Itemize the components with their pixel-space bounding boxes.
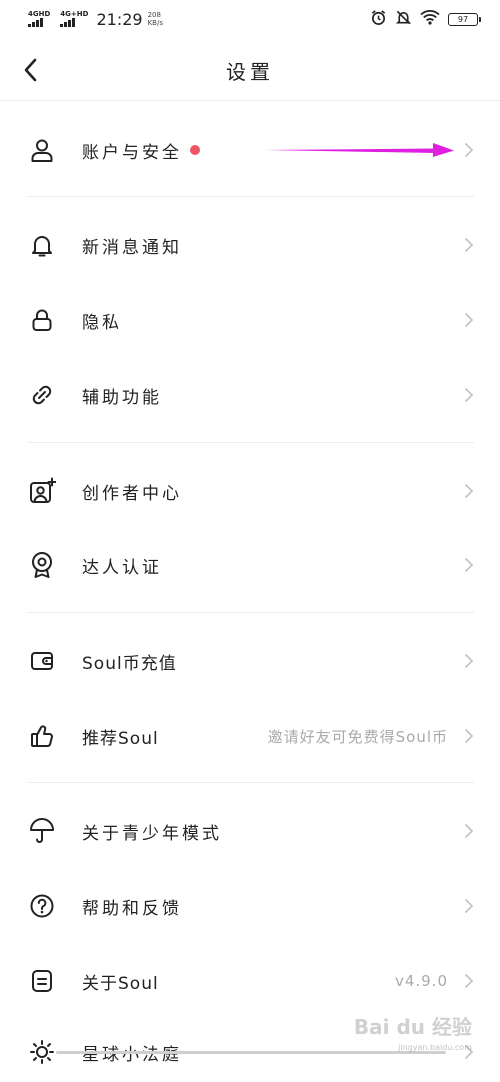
status-time: 21:29 <box>96 9 143 29</box>
menu-item-label: 创作者中心 <box>82 483 182 504</box>
menu-item-account-security[interactable]: 账户与安全 <box>0 120 500 180</box>
help-icon <box>28 892 56 920</box>
menu-item-label: 新消息通知 <box>82 237 182 258</box>
signal-sim1: 4GHD <box>28 11 50 27</box>
menu-item-help-feedback[interactable]: 帮助和反馈 <box>0 876 500 936</box>
notification-dot <box>190 145 200 155</box>
header: 设置 <box>0 40 500 101</box>
menu-item-soul-coin-recharge[interactable]: Soul币充值 <box>0 631 500 691</box>
badge-icon <box>28 551 56 579</box>
back-arrow-icon <box>24 58 37 82</box>
menu-item-notifications[interactable]: 新消息通知 <box>0 215 500 275</box>
signal-bars-icon <box>60 18 76 27</box>
speed-value: 208 <box>147 11 161 19</box>
section-divider <box>28 196 474 197</box>
app-version: v4.9.0 <box>394 972 448 990</box>
chevron-right-icon <box>462 651 476 671</box>
bell-icon <box>28 231 56 259</box>
speed-unit: KB/s <box>147 19 163 27</box>
wifi-icon <box>420 9 440 29</box>
section-divider <box>28 612 474 613</box>
sun-icon <box>28 1038 56 1066</box>
menu-item-about-soul[interactable]: 关于Soul v4.9.0 <box>0 951 500 1011</box>
battery-level: 97 <box>457 14 469 24</box>
thumbs-up-icon <box>28 722 56 750</box>
person-icon <box>28 136 56 164</box>
document-icon <box>28 967 56 995</box>
chevron-right-icon <box>462 971 476 991</box>
menu-item-youth-mode[interactable]: 关于青少年模式 <box>0 801 500 861</box>
chevron-right-icon <box>462 481 476 501</box>
menu-item-verification[interactable]: 达人认证 <box>0 535 500 595</box>
menu-item-creator-center[interactable]: 创作者中心 <box>0 461 500 521</box>
menu-item-accessibility[interactable]: 辅助功能 <box>0 365 500 425</box>
menu-item-privacy[interactable]: 隐私 <box>0 290 500 350</box>
bell-muted-icon <box>395 9 412 30</box>
wallet-icon <box>28 647 56 675</box>
menu-item-label: Soul币充值 <box>82 653 177 674</box>
umbrella-icon <box>28 817 56 845</box>
status-icons: 97 <box>370 9 481 30</box>
menu-item-label: 达人认证 <box>82 557 162 578</box>
menu-item-label: 隐私 <box>82 312 122 333</box>
menu-item-label: 推荐Soul <box>82 728 159 749</box>
section-divider <box>28 442 474 443</box>
menu-item-label: 关于Soul <box>82 973 159 994</box>
menu-item-label: 帮助和反馈 <box>82 898 182 919</box>
chevron-right-icon <box>462 140 476 160</box>
scroll-indicator <box>56 1051 446 1054</box>
status-bar: 4GHD 4G+HD 21:29 208 KB/s 97 <box>0 0 500 38</box>
chevron-right-icon <box>462 896 476 916</box>
sim2-label: 4G+HD <box>60 10 89 18</box>
chevron-right-icon <box>462 726 476 746</box>
back-button[interactable] <box>12 52 48 88</box>
menu-item-label: 辅助功能 <box>82 387 162 408</box>
link-icon <box>28 381 56 409</box>
signal-sim2: 4G+HD <box>60 11 88 27</box>
chevron-right-icon <box>462 235 476 255</box>
chevron-right-icon <box>462 310 476 330</box>
chevron-right-icon <box>462 555 476 575</box>
menu-item-label: 关于青少年模式 <box>82 823 222 844</box>
page-title: 设置 <box>226 59 274 84</box>
menu-item-recommend-soul[interactable]: 推荐Soul 邀请好友可免费得Soul币 <box>0 706 500 766</box>
recommend-hint: 邀请好友可免费得Soul币 <box>267 727 448 746</box>
watermark-url: jingyan.baidu.com <box>398 1043 472 1052</box>
network-speed: 208 KB/s <box>148 11 163 27</box>
section-divider <box>28 782 474 783</box>
sim1-label: 4GHD <box>28 10 51 18</box>
battery-icon: 97 <box>448 12 481 26</box>
chevron-right-icon <box>462 821 476 841</box>
chevron-right-icon <box>462 385 476 405</box>
annotation-arrow-icon <box>265 143 454 157</box>
watermark-logo: Bai du 经验 <box>353 1015 472 1039</box>
menu-item-label: 账户与安全 <box>82 142 182 163</box>
lock-icon <box>28 306 56 334</box>
alarm-icon <box>370 9 387 30</box>
creator-portrait-icon <box>28 477 56 505</box>
signal-bars-icon <box>28 18 43 27</box>
